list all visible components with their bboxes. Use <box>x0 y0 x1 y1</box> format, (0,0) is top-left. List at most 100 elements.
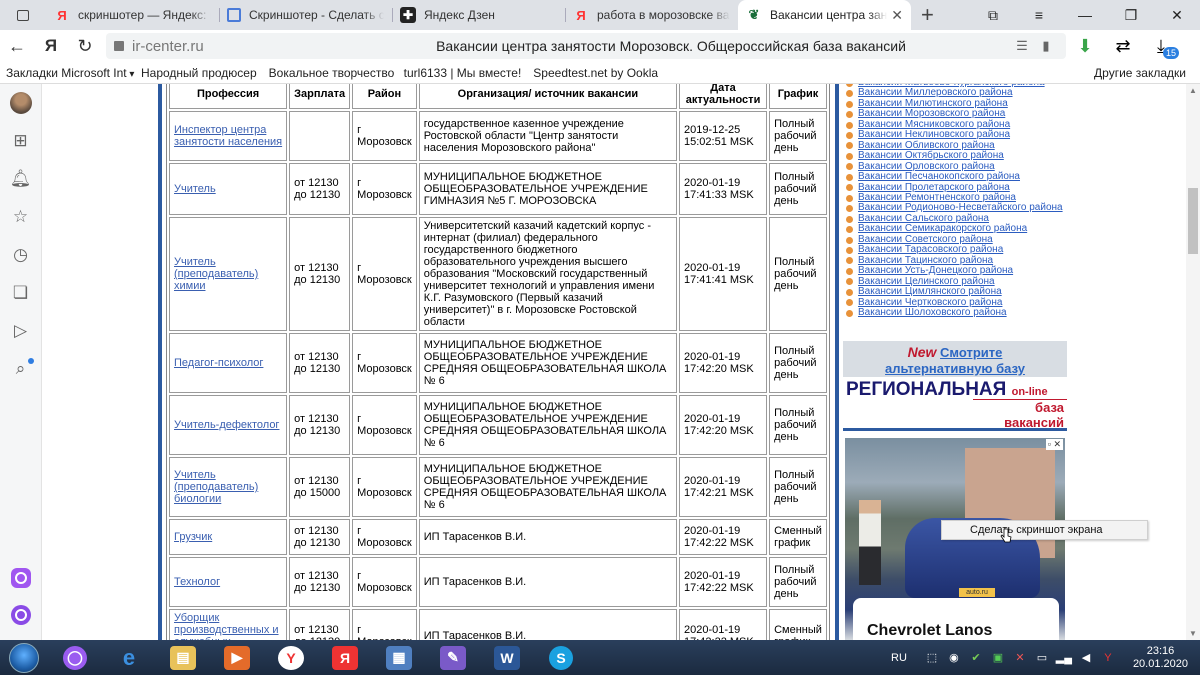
taskbar-media[interactable]: ▶ <box>210 640 264 675</box>
tray-signal-icon[interactable]: ▂▄ <box>1055 651 1073 664</box>
language-indicator[interactable]: RU <box>891 652 907 664</box>
profession-link[interactable]: Учитель-дефектолог <box>174 419 279 431</box>
bookmark-icon[interactable]: ▮ <box>1034 38 1058 54</box>
bullet-icon <box>846 267 853 275</box>
collections-icon[interactable]: ❏ <box>0 274 42 312</box>
history-clock-icon[interactable]: ◷ <box>0 236 42 274</box>
cell-org: МУНИЦИПАЛЬНОЕ БЮДЖЕТНОЕ ОБЩЕОБРАЗОВАТЕЛЬ… <box>418 163 677 215</box>
taskbar-explorer[interactable]: ▤ <box>156 640 210 675</box>
scrollbar-thumb[interactable] <box>1188 188 1198 254</box>
lock-icon[interactable] <box>114 41 124 51</box>
profession-link[interactable]: Учитель (преподаватель) химии <box>174 256 258 292</box>
lens-search-icon[interactable]: ⌕ <box>0 350 42 388</box>
tray-app-icon[interactable]: ◉ <box>945 651 963 664</box>
tab-3[interactable]: ✚ Яндекс Дзен <box>392 0 565 30</box>
video-play-icon[interactable]: ▷ <box>0 312 42 350</box>
cell-schedule: Полный рабочий день <box>769 111 827 161</box>
taskbar-editor[interactable]: ✎ <box>426 640 480 675</box>
page-border-right <box>835 84 839 640</box>
cell-profession: Грузчик <box>169 519 288 555</box>
cell-district: г Морозовск <box>352 217 417 331</box>
profession-link[interactable]: Грузчик <box>174 531 212 543</box>
restore-button[interactable]: ❐ <box>1108 0 1154 30</box>
taskbar-yandex-browser[interactable]: Y <box>264 640 318 675</box>
tabs-sidebar-button[interactable] <box>0 0 46 30</box>
region-item: Вакансии Шолоховского района <box>842 307 1072 318</box>
tray-screenshot-icon[interactable]: ⬚ <box>923 651 941 664</box>
address-bar[interactable]: ir-center.ru Вакансии центра занятости М… <box>106 33 1066 59</box>
bookmark-folder-microsoft[interactable]: Закладки Microsoft Int <box>0 66 135 80</box>
profile-avatar[interactable] <box>0 84 42 122</box>
bullet-icon <box>846 152 853 160</box>
reload-icon[interactable]: ↻ <box>68 36 102 57</box>
url-host: ir-center.ru <box>132 37 204 55</box>
cell-org: МУНИЦИПАЛЬНОЕ БЮДЖЕТНОЕ ОБЩЕОБРАЗОВАТЕЛЬ… <box>418 333 677 393</box>
other-bookmarks[interactable]: Другие закладки <box>1088 66 1192 80</box>
tray-check-icon[interactable]: ✔ <box>967 651 985 664</box>
bookmark-item[interactable]: turl6133 | Мы вместе! <box>398 66 528 80</box>
profession-link[interactable]: Учитель <box>174 183 216 195</box>
profession-link[interactable]: Учитель (преподаватель) биологии <box>174 469 258 505</box>
yandex-home-icon[interactable]: Я <box>34 36 68 56</box>
context-menu-item-screenshot[interactable]: Сделать скриншот экрана <box>941 520 1148 540</box>
start-button[interactable] <box>0 640 48 675</box>
downloads-icon[interactable]: ⤓ 15 <box>1142 36 1180 59</box>
taskbar-ie[interactable]: e <box>102 640 156 675</box>
bookmark-manager-icon[interactable]: ⧉ <box>970 0 1016 30</box>
vertical-scrollbar[interactable]: ▲ ▼ <box>1186 84 1200 640</box>
window-controls: ⧉ ≡ — ❐ ✕ <box>970 0 1200 30</box>
minimize-button[interactable]: — <box>1062 0 1108 30</box>
tab-4[interactable]: Яработа в морозовске вака <box>565 0 738 30</box>
profession-link[interactable]: Технолог <box>174 576 220 588</box>
apps-grid-icon[interactable]: ⊞ <box>0 122 42 160</box>
tray-volume-icon[interactable]: ◀ <box>1077 651 1095 664</box>
region-link[interactable]: Вакансии Цимлянского района <box>858 286 1002 297</box>
tab-1[interactable]: Яскриншотер — Яндекс: на <box>46 0 219 30</box>
region-link[interactable]: Вакансии Шолоховского района <box>858 307 1007 318</box>
alice-round-button[interactable] <box>0 596 42 634</box>
tab-5-active[interactable]: ❦Вакансии центра занятости✕ <box>738 0 911 30</box>
close-window-button[interactable]: ✕ <box>1154 0 1200 30</box>
ad-close-icon[interactable]: ▫ ✕ <box>1045 439 1063 450</box>
browser-sidebar: ⊞ 🔔︎ ☆ ◷ ❏ ▷ ⌕ <box>0 84 42 640</box>
translate-extension-icon[interactable]: ⇄ <box>1104 36 1142 57</box>
clock[interactable]: 23:16 20.01.2020 <box>1133 645 1188 671</box>
bookmark-item[interactable]: Speedtest.net by Ookla <box>527 66 662 80</box>
region-link[interactable]: Вакансии Песчанокопского района <box>858 171 1020 182</box>
back-arrow-icon[interactable]: ← <box>0 36 34 57</box>
page-border-left <box>158 84 162 640</box>
taskbar-word[interactable]: W <box>480 640 534 675</box>
tab-2[interactable]: Скриншотер - Сделать скр <box>219 0 392 30</box>
cell-salary: от 12130 до 15000 <box>289 457 351 517</box>
taskbar-alice[interactable]: ◯ <box>48 640 102 675</box>
alice-square-button[interactable] <box>0 560 42 596</box>
regional-base-banner[interactable]: New Смотрите альтернативную базу РЕГИОНАЛ… <box>843 341 1067 431</box>
taskbar-yandex[interactable]: Я <box>318 640 372 675</box>
cell-schedule: Полный рабочий день <box>769 395 827 455</box>
profession-link[interactable]: Инспектор центра занятости населения <box>174 124 282 148</box>
scroll-up-arrow-icon[interactable]: ▲ <box>1189 86 1197 95</box>
tray-device-icon[interactable]: ▭ <box>1033 651 1051 664</box>
skype-icon: S <box>549 645 573 670</box>
tray-network-off-icon[interactable]: ✕ <box>1011 651 1029 664</box>
taskbar-skype[interactable]: S <box>534 640 588 675</box>
tray-yandex-icon[interactable]: Y <box>1099 652 1117 664</box>
reader-mode-icon[interactable]: ☰ <box>1010 38 1034 54</box>
taskbar-remote[interactable]: ▦ <box>372 640 426 675</box>
notifications-bell-icon[interactable]: 🔔︎ <box>0 160 42 198</box>
menu-icon[interactable]: ≡ <box>1016 0 1062 30</box>
download-extension-icon[interactable]: ⬇ <box>1066 36 1104 57</box>
bookmark-item[interactable]: Народный продюсер <box>135 66 263 80</box>
close-tab-icon[interactable]: ✕ <box>891 7 903 24</box>
scroll-down-arrow-icon[interactable]: ▼ <box>1189 629 1197 638</box>
profession-link[interactable]: Уборщик производственных и служебных пом… <box>174 612 279 640</box>
tray-green-icon[interactable]: ▣ <box>989 651 1007 664</box>
bullet-icon <box>846 215 853 223</box>
new-tab-button[interactable]: + <box>911 0 944 30</box>
bookmark-item[interactable]: Вокальное творчество <box>263 66 398 80</box>
profession-link[interactable]: Педагог-психолог <box>174 357 263 369</box>
cell-salary: от 12130 до 12130 <box>289 609 351 640</box>
favorites-star-icon[interactable]: ☆ <box>0 198 42 236</box>
leaf-icon: ❦ <box>748 7 760 22</box>
downloads-badge: 15 <box>1162 46 1179 59</box>
